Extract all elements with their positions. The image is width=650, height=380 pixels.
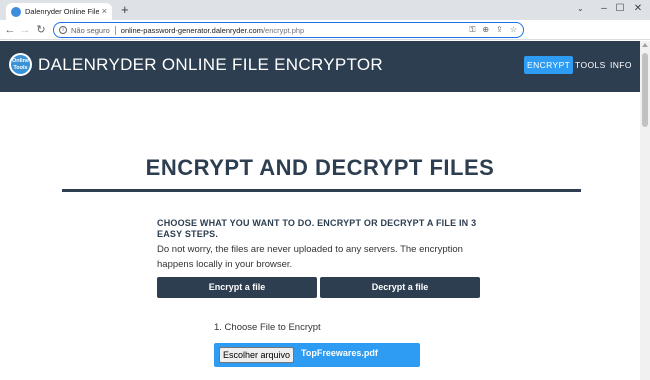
address-divider (114, 25, 116, 35)
nav-info[interactable]: INFO (607, 56, 635, 74)
back-button[interactable]: ← (4, 22, 16, 38)
site-title[interactable]: DALENRYDER ONLINE FILE ENCRYPTOR (38, 55, 383, 75)
new-tab-button[interactable]: + (121, 3, 129, 17)
address-bar[interactable]: i Não seguro online-password-generator.d… (53, 22, 524, 38)
step-label: 1. Choose File to Encrypt (214, 322, 321, 333)
site-favicon-icon (11, 6, 21, 17)
scroll-up-icon[interactable] (642, 43, 648, 47)
page-title: ENCRYPT AND DECRYPT FILES (145, 155, 495, 180)
page-scrollbar[interactable] (640, 41, 650, 380)
tab-title: Dalenryder Online File Encryptor (25, 7, 99, 16)
nav-tools[interactable]: TOOLS (572, 56, 609, 74)
browser-toolbar: ← → ↻ i Não seguro online-password-gener… (0, 20, 650, 55)
minimize-button[interactable]: – (596, 2, 612, 16)
tab-close-icon[interactable]: × (102, 7, 107, 16)
close-window-button[interactable]: ✕ (630, 2, 646, 16)
encrypt-file-button[interactable]: Encrypt a file (157, 277, 317, 298)
decrypt-file-button[interactable]: Decrypt a file (320, 277, 480, 298)
choose-file-button[interactable]: Escolher arquivo (219, 347, 295, 363)
share-icon[interactable]: ⇪ (496, 25, 503, 35)
reload-button[interactable]: ↻ (35, 22, 47, 38)
site-logo[interactable]: Online Tools (9, 53, 32, 76)
security-label[interactable]: Não seguro (71, 26, 110, 35)
selected-file-name: TopFreewares.pdf (301, 348, 378, 358)
file-input[interactable]: Escolher arquivo TopFreewares.pdf (214, 343, 420, 367)
url-path: /encrypt.php (262, 25, 305, 35)
key-icon[interactable]: ⚿ (469, 25, 475, 35)
maximize-button[interactable]: ☐ (612, 2, 628, 16)
zoom-icon[interactable]: ⊕ (482, 25, 489, 35)
instructions-heading: CHOOSE WHAT YOU WANT TO DO. ENCRYPT OR D… (157, 218, 477, 239)
url-text[interactable]: online-password-generator.dalenryder.com… (121, 26, 304, 35)
star-icon[interactable]: ☆ (510, 25, 517, 35)
page-viewport: Online Tools DALENRYDER ONLINE FILE ENCR… (0, 41, 640, 380)
forward-button[interactable]: → (19, 22, 31, 38)
tab-strip: Dalenryder Online File Encryptor × + ⌄ –… (0, 0, 650, 20)
tab-search-icon[interactable]: ⌄ (577, 4, 584, 13)
omnibox-actions: ⚿ ⊕ ⇪ ☆ (469, 25, 517, 35)
browser-tab[interactable]: Dalenryder Online File Encryptor × (6, 3, 112, 20)
privacy-note: Do not worry, the files are never upload… (157, 244, 463, 270)
nav-encrypt[interactable]: ENCRYPT (524, 56, 574, 74)
url-host: online-password-generator.dalenryder.com (120, 25, 263, 35)
heading-divider (62, 189, 581, 192)
scroll-thumb[interactable] (642, 53, 648, 127)
info-icon[interactable]: i (59, 26, 67, 34)
site-header: Online Tools DALENRYDER ONLINE FILE ENCR… (0, 41, 640, 92)
